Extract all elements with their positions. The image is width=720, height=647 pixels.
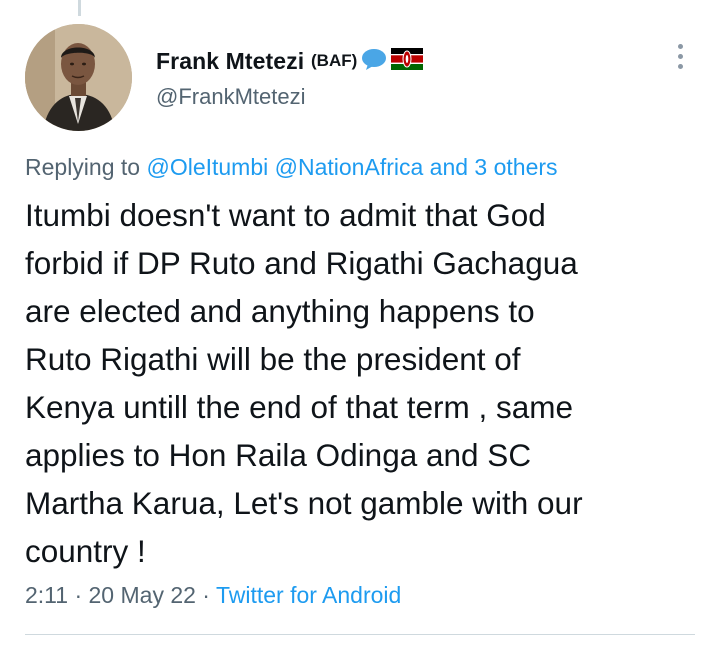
kenya-flag-icon (391, 47, 424, 75)
mention-link-nationafrica[interactable]: @NationAfrica (275, 154, 424, 180)
speech-bubble-icon (361, 47, 387, 76)
author-name-suffix[interactable]: (BAF) (306, 51, 357, 71)
author-handle[interactable]: @FrankMtetezi (156, 84, 305, 110)
meta-separator: · (195, 582, 216, 608)
author-name-row[interactable]: Frank Mtetezi (BAF) (156, 46, 424, 76)
mention-others-link[interactable]: and 3 others (430, 154, 558, 180)
avatar[interactable] (25, 24, 132, 131)
thread-connector-line (78, 0, 81, 16)
divider (25, 634, 695, 635)
tweet-time[interactable]: 2:11 (25, 582, 68, 608)
more-options-icon[interactable] (668, 40, 692, 72)
mention-link-oleitumbi[interactable]: @OleItumbi (146, 154, 268, 180)
tweet-source-link[interactable]: Twitter for Android (216, 582, 401, 608)
author-display-name[interactable]: Frank Mtetezi (156, 48, 304, 75)
meta-separator: · (68, 582, 89, 608)
tweet-text: Itumbi doesn't want to admit that God fo… (25, 197, 583, 569)
tweet-meta: 2:11 · 20 May 22 · Twitter for Android (25, 582, 401, 609)
avatar-photo (25, 24, 132, 131)
tweet-date[interactable]: 20 May 22 (89, 582, 196, 608)
reply-prefix: Replying to (25, 154, 141, 180)
reply-context: Replying to @OleItumbi @NationAfrica and… (25, 154, 558, 181)
